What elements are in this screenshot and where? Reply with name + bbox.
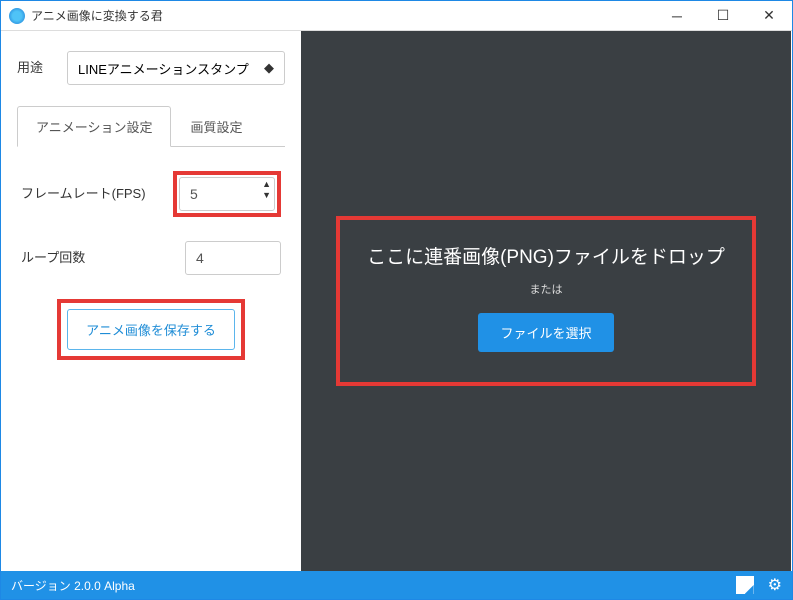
main-content: 用途 LINEアニメーションスタンプ ◆ アニメーション設定 画質設定 フレーム… (1, 31, 792, 571)
save-button-wrap: アニメ画像を保存する (17, 299, 285, 360)
logo-icon[interactable] (736, 576, 754, 594)
tab-animation[interactable]: アニメーション設定 (17, 106, 171, 147)
tabs: アニメーション設定 画質設定 (17, 105, 285, 147)
footer-icons: ⚙ (736, 575, 782, 595)
settings-panel: 用途 LINEアニメーションスタンプ ◆ アニメーション設定 画質設定 フレーム… (1, 31, 301, 571)
drop-area[interactable]: ここに連番画像(PNG)ファイルをドロップ または ファイルを選択 (336, 216, 756, 386)
framerate-input-wrapper: ▲ ▼ (179, 177, 275, 211)
file-select-button[interactable]: ファイルを選択 (478, 313, 613, 352)
purpose-selected: LINEアニメーションスタンプ (78, 59, 249, 78)
drop-title: ここに連番画像(PNG)ファイルをドロップ (350, 242, 742, 269)
purpose-row: 用途 LINEアニメーションスタンプ ◆ (17, 51, 285, 85)
tab-quality[interactable]: 画質設定 (171, 106, 261, 147)
framerate-label: フレームレート(FPS) (21, 185, 173, 203)
minimize-button[interactable]: ─ (654, 1, 700, 31)
loop-input[interactable] (185, 241, 281, 275)
framerate-row: フレームレート(FPS) ▲ ▼ (17, 171, 285, 217)
drop-or-label: または (350, 281, 742, 297)
framerate-spinner: ▲ ▼ (262, 180, 271, 200)
save-button-highlight: アニメ画像を保存する (57, 299, 245, 360)
settings-icon[interactable]: ⚙ (768, 575, 782, 595)
loop-row: ループ回数 (17, 241, 285, 275)
purpose-label: 用途 (17, 59, 47, 77)
spinner-up-icon[interactable]: ▲ (262, 180, 271, 189)
preview-panel: ここに連番画像(PNG)ファイルをドロップ または ファイルを選択 (301, 31, 791, 571)
close-button[interactable]: ✕ (746, 1, 792, 31)
framerate-highlight: ▲ ▼ (173, 171, 281, 217)
loop-label: ループ回数 (21, 249, 185, 267)
footer: バージョン 2.0.0 Alpha ⚙ (1, 571, 792, 599)
app-icon (9, 8, 25, 24)
loop-input-wrapper (185, 241, 281, 275)
maximize-button[interactable]: ☐ (700, 1, 746, 31)
save-button[interactable]: アニメ画像を保存する (67, 309, 235, 350)
titlebar: アニメ画像に変換する君 ─ ☐ ✕ (1, 1, 792, 31)
version-label: バージョン 2.0.0 Alpha (11, 577, 736, 594)
spinner-down-icon[interactable]: ▼ (262, 191, 271, 200)
purpose-select[interactable]: LINEアニメーションスタンプ ◆ (67, 51, 285, 85)
dropdown-icon: ◆ (264, 60, 274, 76)
window-controls: ─ ☐ ✕ (654, 1, 792, 31)
framerate-input[interactable] (179, 177, 275, 211)
window-title: アニメ画像に変換する君 (31, 7, 654, 24)
